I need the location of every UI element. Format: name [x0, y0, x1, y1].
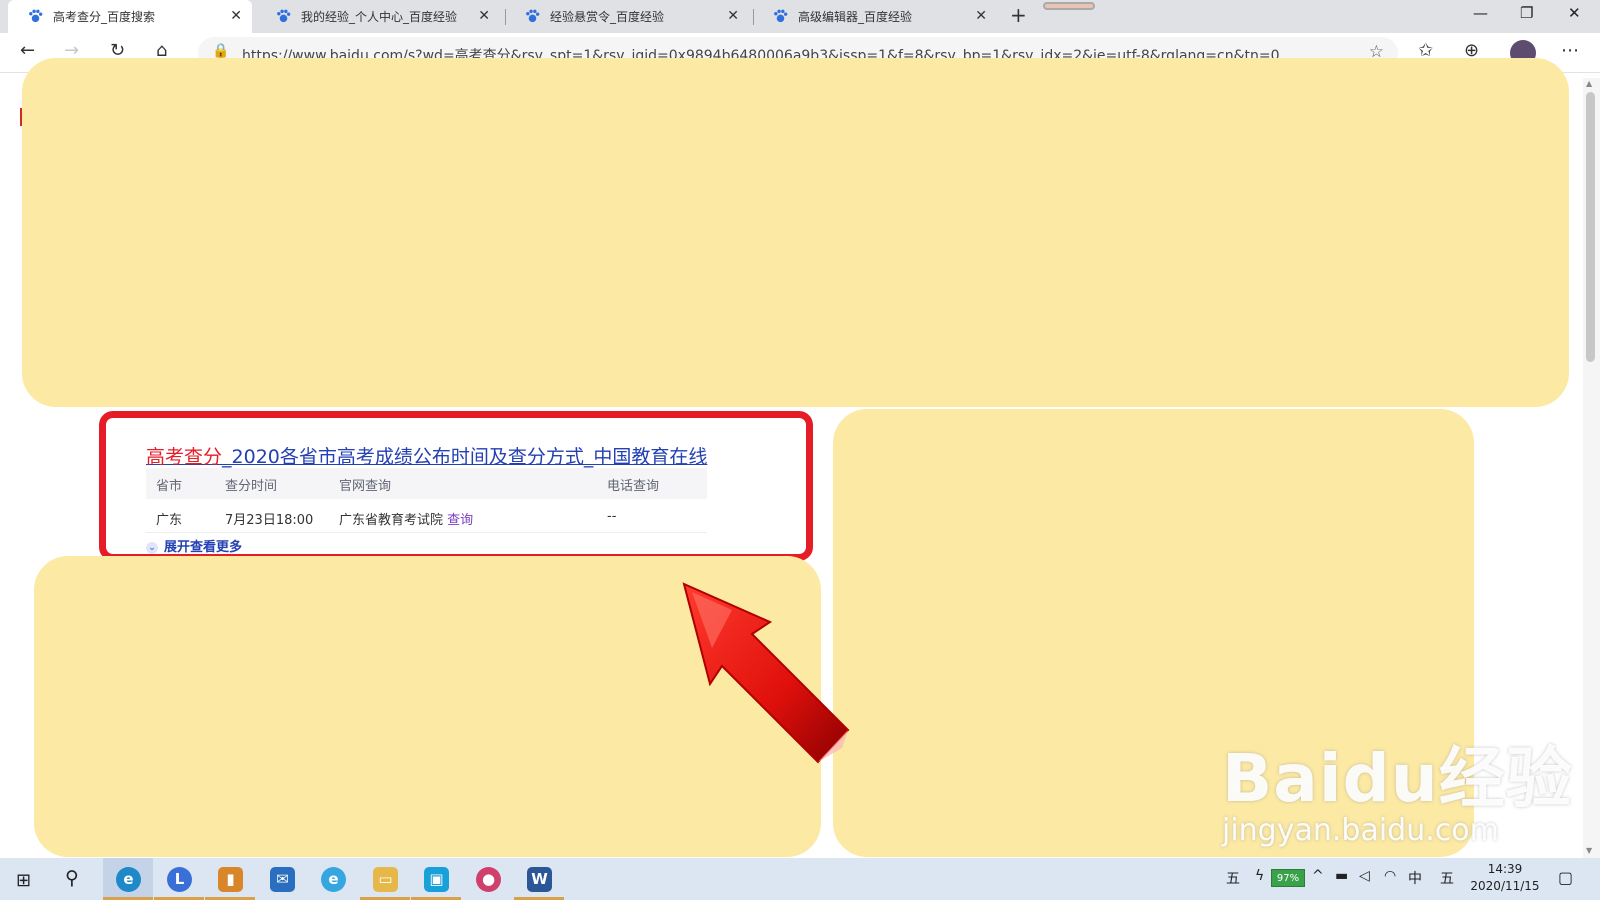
restore-button[interactable]: ❐ — [1520, 4, 1533, 22]
query-link[interactable]: 查询 — [447, 513, 473, 528]
close-window-button[interactable]: ✕ — [1568, 4, 1581, 22]
column-header: 查分时间 — [225, 479, 278, 494]
search-icon[interactable]: ⚲ — [65, 867, 79, 889]
drop-icon: ● — [476, 867, 501, 892]
clock-time: 14:39 — [1487, 862, 1523, 876]
tab-title: 经验悬赏令_百度经验 — [550, 10, 665, 24]
battery-badge[interactable]: 97% — [1271, 869, 1305, 887]
taskbar: ⊞ ⚲ e L ▮ ✉ e ▭ ▣ ● W 五 ϟ 97% ^ ▬ ◁ ◠ 中 … — [0, 858, 1600, 900]
windows-start-icon[interactable]: ⊞ — [16, 870, 31, 891]
taskbar-app-drop[interactable]: ● — [463, 858, 513, 900]
ie-icon: e — [321, 867, 346, 892]
column-header: 电话查询 — [607, 479, 660, 494]
close-icon[interactable]: ✕ — [478, 8, 490, 24]
search-result-card: 高考查分_2020各省市高考成绩公布时间及查分方式_中国教育在线 省市 查分时间… — [99, 411, 813, 561]
taskbar-app-mail[interactable]: ✉ — [257, 858, 307, 900]
watermark-logo: Baidu经验 — [1222, 740, 1573, 817]
column-header: 官网查询 — [339, 479, 392, 494]
drag-handle[interactable] — [1043, 2, 1095, 10]
taskbar-app-edge[interactable]: e — [103, 858, 153, 900]
notification-icon[interactable]: ▢ — [1558, 868, 1573, 887]
taskbar-app-explorer[interactable]: ▭ — [360, 858, 410, 900]
column-header: 省市 — [156, 479, 183, 494]
lock-icon: 🔒 — [212, 43, 230, 59]
baidu-paw-icon — [277, 9, 291, 23]
folder-icon: ▭ — [373, 867, 398, 892]
chevron-down-icon: ⌄ — [146, 542, 158, 554]
l-app-icon: L — [167, 867, 192, 892]
tab-title: 高考查分_百度搜索 — [53, 10, 156, 24]
result-title-link[interactable]: 高考查分_2020各省市高考成绩公布时间及查分方式_中国教育在线 — [146, 442, 707, 469]
baidu-paw-icon — [29, 9, 43, 23]
back-button[interactable]: ← — [20, 40, 35, 61]
cell-time: 7月23日18:00 — [225, 513, 314, 528]
expand-more-label: 展开查看更多 — [164, 540, 243, 555]
result-title-keyword: 高考查分 — [146, 446, 223, 468]
clock-date: 2020/11/15 — [1470, 879, 1540, 893]
tab-strip: 高考查分_百度搜索 ✕ 我的经验_个人中心_百度经验 ✕ 经验悬赏令_百度经验 … — [0, 0, 1600, 33]
edge-icon: e — [116, 867, 141, 892]
taskbar-app-ie[interactable]: e — [308, 858, 358, 900]
scrollbar-thumb[interactable] — [1586, 92, 1595, 362]
tab-gaokao-search[interactable]: 高考查分_百度搜索 ✕ — [8, 0, 252, 33]
expand-more-link[interactable]: ⌄ 展开查看更多 — [146, 536, 242, 555]
word-icon: W — [527, 867, 552, 892]
notes-icon: ▮ — [218, 867, 243, 892]
ime-mode-indicator[interactable]: 五 — [1440, 868, 1454, 888]
minimize-button[interactable]: — — [1473, 4, 1488, 22]
result-title-rest: _2020各省市高考成绩公布时间及查分方式_中国教育在线 — [222, 446, 708, 468]
close-icon[interactable]: ✕ — [975, 8, 987, 24]
more-menu-icon[interactable]: ⋯ — [1561, 40, 1579, 61]
site-name: 广东省教育考试院 — [339, 513, 444, 528]
table-row: 广东 7月23日18:00 广东省教育考试院 查询 -- — [146, 499, 707, 533]
volume-icon[interactable]: ◁ — [1359, 868, 1370, 884]
taskbar-app-blue[interactable]: ▣ — [411, 858, 461, 900]
ime-indicator[interactable]: 五 — [1226, 868, 1240, 888]
tab-title: 我的经验_个人中心_百度经验 — [301, 10, 458, 24]
cell-phone: -- — [607, 509, 617, 524]
cell-province: 广东 — [156, 513, 183, 528]
tab-title: 高级编辑器_百度经验 — [798, 10, 913, 24]
lightning-icon: ϟ — [1255, 868, 1265, 884]
close-icon[interactable]: ✕ — [727, 8, 739, 24]
scroll-up-icon[interactable]: ▲ — [1586, 79, 1592, 88]
tab-my-experience[interactable]: 我的经验_个人中心_百度经验 ✕ — [256, 0, 500, 33]
baidu-jingyan-watermark: Baidu经验 jingyan.baidu.com — [1222, 725, 1573, 848]
baidu-paw-icon — [526, 9, 540, 23]
wifi-icon[interactable]: ◠ — [1384, 868, 1396, 884]
system-clock[interactable]: 14:39 2020/11/15 — [1470, 861, 1540, 895]
table-header: 省市 查分时间 官网查询 电话查询 — [146, 468, 707, 499]
cell-site: 广东省教育考试院 查询 — [339, 509, 473, 528]
chevron-up-icon[interactable]: ^ — [1312, 868, 1324, 884]
score-table: 省市 查分时间 官网查询 电话查询 广东 7月23日18:00 广东省教育考试院… — [146, 468, 707, 533]
red-arrow-annotation — [682, 582, 850, 764]
new-tab-button[interactable]: + — [1010, 3, 1027, 27]
taskbar-app-word[interactable]: W — [514, 858, 564, 900]
app-blue-icon: ▣ — [424, 867, 449, 892]
tab-advanced-editor[interactable]: 高级编辑器_百度经验 ✕ — [753, 0, 997, 33]
battery-icon[interactable]: ▬ — [1335, 868, 1348, 884]
close-icon[interactable]: ✕ — [230, 8, 242, 24]
redacted-header-area — [22, 58, 1569, 407]
language-indicator[interactable]: 中 — [1408, 868, 1422, 888]
taskbar-app-notes[interactable]: ▮ — [205, 858, 255, 900]
taskbar-app-l[interactable]: L — [154, 858, 204, 900]
mail-icon: ✉ — [270, 867, 295, 892]
baidu-paw-icon — [774, 9, 788, 23]
scroll-down-icon[interactable]: ▼ — [1586, 846, 1592, 855]
tab-bounty[interactable]: 经验悬赏令_百度经验 ✕ — [505, 0, 749, 33]
